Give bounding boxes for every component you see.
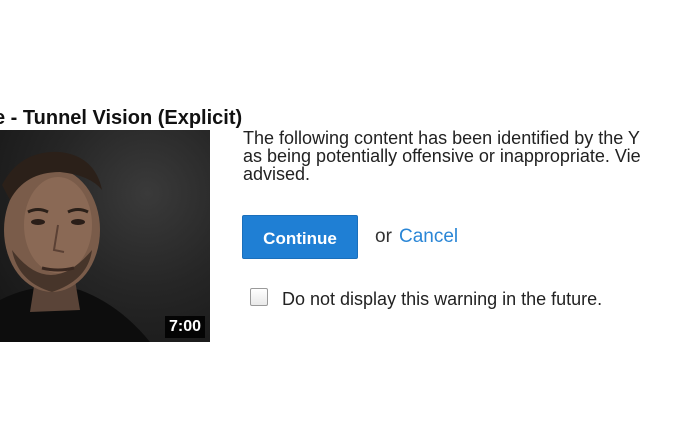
thumbnail-image — [0, 151, 150, 342]
cancel-link[interactable]: Cancel — [399, 226, 458, 248]
duration-badge: 7:00 — [164, 316, 205, 338]
content-warning-dialog: e - Tunnel Vision (Explicit) 7:00 The fo… — [0, 0, 700, 438]
continue-button[interactable]: Continue — [242, 215, 358, 259]
or-text: or — [375, 226, 392, 247]
dont-show-again-checkbox[interactable] — [250, 288, 268, 306]
video-thumbnail[interactable]: 7:00 — [0, 130, 210, 342]
warning-message: The following content has been identifie… — [243, 128, 641, 184]
dont-show-again-label[interactable]: Do not display this warning in the futur… — [282, 288, 602, 310]
video-title: e - Tunnel Vision (Explicit) — [0, 107, 243, 129]
